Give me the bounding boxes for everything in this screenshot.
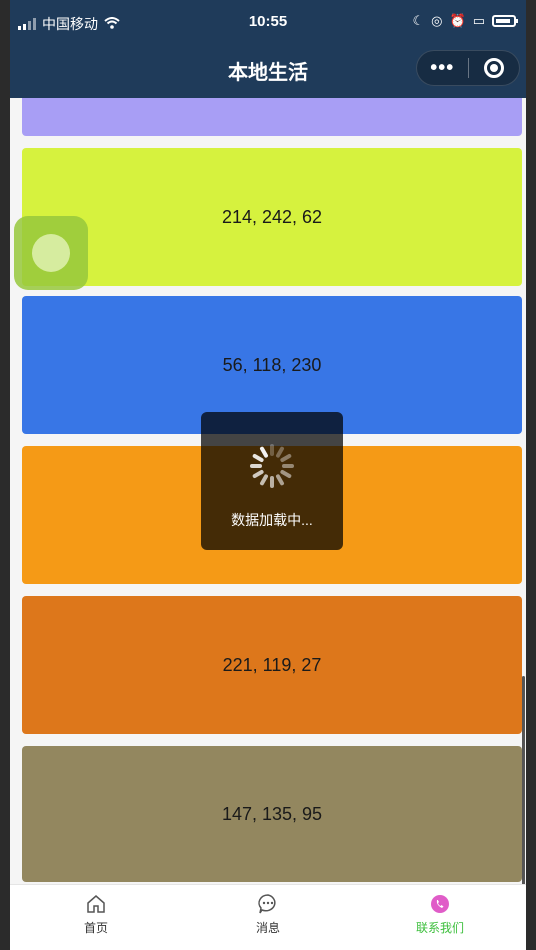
home-icon bbox=[85, 893, 107, 915]
assistive-touch-button[interactable] bbox=[14, 216, 88, 290]
spinner-spoke bbox=[279, 469, 293, 479]
location-icon: ◎ bbox=[431, 13, 443, 28]
loading-text: 数据加载中... bbox=[231, 512, 313, 528]
more-button[interactable]: ••• bbox=[417, 58, 468, 78]
spinner-spoke bbox=[275, 473, 285, 487]
status-right: ☾ ◎ ⏰ ▭ bbox=[412, 13, 518, 29]
tab-label: 联系我们 bbox=[415, 921, 464, 935]
tab-messages[interactable]: 消息 bbox=[182, 885, 354, 950]
spinner-spoke bbox=[282, 464, 294, 468]
phone-icon bbox=[429, 893, 451, 915]
alarm-icon: ⏰ bbox=[449, 13, 466, 28]
mini-program-capsule: ••• bbox=[416, 50, 520, 86]
spinner-spoke bbox=[279, 453, 293, 463]
assistive-touch-dot bbox=[32, 234, 70, 272]
tab-contact-us[interactable]: 联系我们 bbox=[354, 885, 526, 950]
spinner-spoke bbox=[259, 473, 269, 487]
scrollbar[interactable] bbox=[522, 676, 525, 884]
spinner-spoke bbox=[270, 444, 274, 456]
battery-icon bbox=[492, 15, 518, 27]
moon-icon: ☾ bbox=[412, 13, 425, 28]
loading-toast: 数据加载中... bbox=[201, 412, 343, 550]
tab-bar: 首页 消息 联系我们 bbox=[10, 884, 526, 950]
tab-label: 首页 bbox=[83, 921, 108, 935]
spinner-spoke bbox=[270, 476, 274, 488]
color-card[interactable] bbox=[22, 98, 522, 136]
phone-screen: 中国移动 10:55 ☾ ◎ ⏰ ▭ 本地生活 ••• 214, 242, 62… bbox=[10, 0, 526, 950]
navigation-bar: 本地生活 ••• bbox=[10, 44, 526, 98]
tab-home[interactable]: 首页 bbox=[10, 885, 182, 950]
status-bar: 中国移动 10:55 ☾ ◎ ⏰ ▭ bbox=[10, 0, 526, 44]
loading-spinner-icon bbox=[250, 444, 294, 488]
target-icon bbox=[483, 58, 504, 78]
message-icon bbox=[257, 893, 279, 915]
spinner-spoke bbox=[250, 464, 262, 468]
close-button[interactable] bbox=[468, 58, 519, 78]
color-card[interactable]: 221, 119, 27 bbox=[22, 596, 522, 734]
tab-label: 消息 bbox=[255, 921, 280, 935]
color-card[interactable]: 214, 242, 62 bbox=[22, 148, 522, 286]
screen-icon: ▭ bbox=[472, 13, 485, 28]
color-card[interactable]: 147, 135, 95 bbox=[22, 746, 522, 882]
